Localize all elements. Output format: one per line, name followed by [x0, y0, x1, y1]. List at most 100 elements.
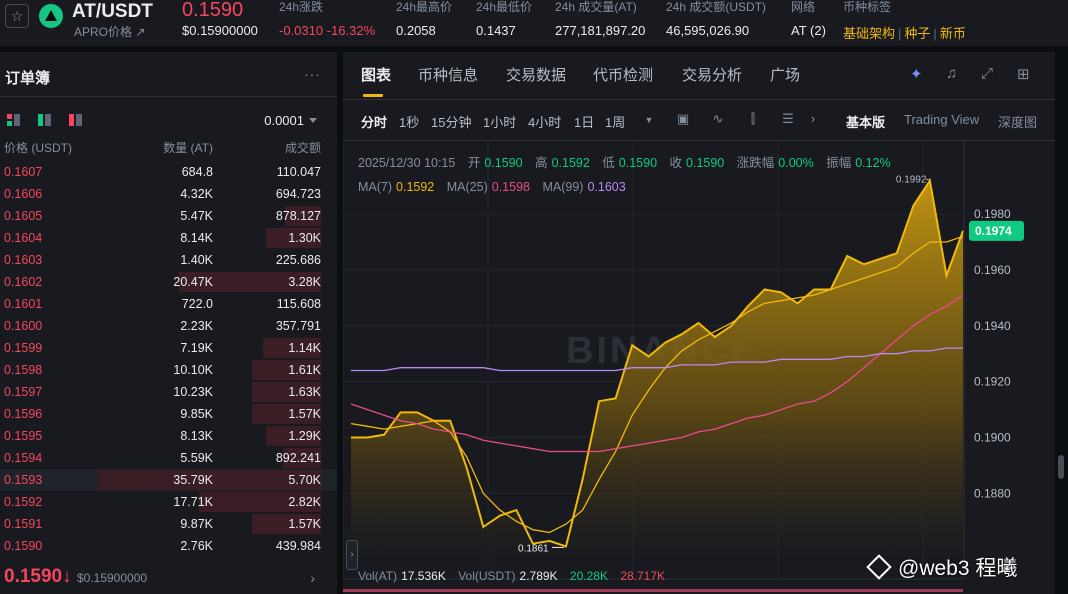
timeframe-15m[interactable]: 15分钟: [431, 112, 471, 131]
timeframe-more-caret-icon[interactable]: ▼: [641, 112, 657, 128]
order-book-row[interactable]: 0.1605 5.47K 878.127: [0, 205, 337, 227]
tick-size-select[interactable]: 0.0001: [264, 113, 317, 128]
settings-icon[interactable]: ☰: [780, 111, 796, 127]
order-book-row[interactable]: 0.1593 35.79K 5.70K: [0, 469, 337, 491]
tag-new-coin[interactable]: 新币: [940, 26, 966, 41]
view-both-icon[interactable]: [7, 114, 20, 126]
row-total: 694.723: [275, 187, 321, 201]
chevron-right-icon[interactable]: ›: [310, 570, 315, 586]
view-bids-icon[interactable]: [38, 114, 51, 126]
stat-network[interactable]: 网络 AT (2): [791, 0, 826, 38]
tab-trade-data[interactable]: 交易数据: [506, 64, 566, 85]
row-price: 0.1602: [4, 275, 43, 289]
timeframe-1d[interactable]: 1日: [574, 112, 594, 131]
stat-value: -0.0310 -16.32%: [279, 23, 376, 38]
mode-depth[interactable]: 深度图: [998, 112, 1037, 131]
stat-label: 网络: [791, 0, 816, 14]
layout-grid-icon[interactable]: ⊞: [1017, 65, 1030, 83]
timeframe-1h[interactable]: 1小时: [483, 112, 516, 131]
ma7-value: 0.1592: [396, 180, 435, 194]
order-book-row[interactable]: 0.1594 5.59K 892.241: [0, 447, 337, 469]
more-options-icon[interactable]: ···: [304, 66, 321, 82]
fullscreen-icon[interactable]: ⤢: [981, 65, 993, 82]
order-book-row[interactable]: 0.1600 2.23K 357.791: [0, 315, 337, 337]
change-label: 涨跌幅: [736, 156, 775, 170]
last-price: 0.1590: [182, 0, 244, 21]
caret-down-icon: [309, 118, 317, 123]
row-total: 878.127: [275, 209, 321, 223]
open-label: 开: [467, 156, 481, 170]
tab-square[interactable]: 广场: [770, 64, 800, 85]
row-total: 357.791: [275, 319, 321, 333]
mode-tradingview[interactable]: Trading View: [904, 112, 979, 127]
stat-label: 24h 成交额(USDT): [666, 0, 767, 14]
stat-label: 币种标签: [843, 0, 892, 14]
timeframe-4h[interactable]: 4小时: [528, 112, 561, 131]
row-total: 1.57K: [288, 407, 321, 421]
price-chart[interactable]: BINANCE0.19800.19600.19400.19200.19000.1…: [343, 141, 1055, 594]
stat-24h-volume: 24h 成交量(AT) 277,181,897.20: [555, 0, 645, 38]
vol-ma2-value: 28.717K: [620, 569, 666, 583]
indicator-icon[interactable]: ∿: [710, 111, 726, 127]
bell-icon[interactable]: ♫: [946, 65, 957, 82]
row-total: 115.608: [276, 297, 321, 311]
coin-logo-icon: [39, 4, 63, 28]
row-qty: 10.10K: [173, 363, 213, 377]
row-qty: 2.23K: [180, 319, 213, 333]
tab-trade-analysis[interactable]: 交易分析: [682, 64, 742, 85]
order-book-row[interactable]: 0.1606 4.32K 694.723: [0, 183, 337, 205]
view-asks-icon[interactable]: [69, 114, 82, 126]
tab-chart[interactable]: 图表: [361, 64, 391, 85]
order-book-row[interactable]: 0.1607 684.8 110.047: [0, 161, 337, 183]
pair-title: AT/USDT: [72, 1, 153, 22]
order-book-row[interactable]: 0.1595 8.13K 1.29K: [0, 425, 337, 447]
row-price: 0.1601: [4, 297, 43, 311]
order-book-row[interactable]: 0.1601 722.0 115.608: [0, 293, 337, 315]
row-price: 0.1605: [4, 209, 43, 223]
tab-coin-info[interactable]: 币种信息: [418, 64, 478, 85]
order-book-row[interactable]: 0.1602 20.47K 3.28K: [0, 271, 337, 293]
order-book-row[interactable]: 0.1598 10.10K 1.61K: [0, 359, 337, 381]
coin-price-link[interactable]: APRO价格 ↗: [74, 23, 145, 40]
row-total: 2.82K: [288, 495, 321, 509]
stat-label: 24h最高价: [396, 0, 453, 14]
timeframe-1w[interactable]: 1周: [605, 112, 625, 131]
chevron-left-icon[interactable]: ›: [346, 540, 358, 570]
tag-infrastructure[interactable]: 基础架构: [843, 26, 895, 41]
order-book-row[interactable]: 0.1603 1.40K 225.686: [0, 249, 337, 271]
y-tick-label: 0.1920: [974, 375, 1011, 389]
order-book-row[interactable]: 0.1590 2.76K 439.984: [0, 535, 337, 557]
row-price: 0.1591: [4, 517, 43, 531]
row-qty: 7.19K: [180, 341, 213, 355]
order-book-row[interactable]: 0.1592 17.71K 2.82K: [0, 491, 337, 513]
vol-at-value: 17.536K: [401, 569, 446, 583]
row-price: 0.1607: [4, 165, 43, 179]
row-total: 110.047: [276, 165, 321, 179]
ai-sparkle-icon[interactable]: ✦: [910, 65, 923, 83]
timeframe-line[interactable]: 分时: [361, 112, 387, 131]
last-price-usd-bottom: $0.15900000: [76, 571, 148, 585]
order-book-row[interactable]: 0.1599 7.19K 1.14K: [0, 337, 337, 359]
row-qty: 8.13K: [180, 429, 213, 443]
chevron-right-icon[interactable]: ›: [805, 111, 821, 127]
price-area: [351, 180, 963, 566]
calendar-icon[interactable]: ▣: [675, 111, 691, 127]
tab-token-check[interactable]: 代币检测: [593, 64, 653, 85]
order-book-row[interactable]: 0.1596 9.85K 1.57K: [0, 403, 337, 425]
scrollbar[interactable]: [1058, 455, 1064, 479]
row-price: 0.1606: [4, 187, 43, 201]
candles-icon[interactable]: ⫿: [745, 111, 761, 127]
row-price: 0.1599: [4, 341, 43, 355]
row-price: 0.1595: [4, 429, 43, 443]
order-book-row[interactable]: 0.1604 8.14K 1.30K: [0, 227, 337, 249]
ma7-label: MA(7): [358, 180, 393, 194]
timeframe-1s[interactable]: 1秒: [399, 112, 419, 131]
stat-24h-low: 24h最低价 0.1437: [476, 0, 532, 38]
row-price: 0.1590: [4, 539, 43, 553]
order-book-row[interactable]: 0.1591 9.87K 1.57K: [0, 513, 337, 535]
mode-basic[interactable]: 基本版: [846, 112, 885, 131]
order-book-row[interactable]: 0.1597 10.23K 1.63K: [0, 381, 337, 403]
star-icon[interactable]: ☆: [5, 4, 29, 28]
row-total: 1.30K: [288, 231, 321, 245]
tag-seed[interactable]: 种子: [904, 26, 930, 41]
